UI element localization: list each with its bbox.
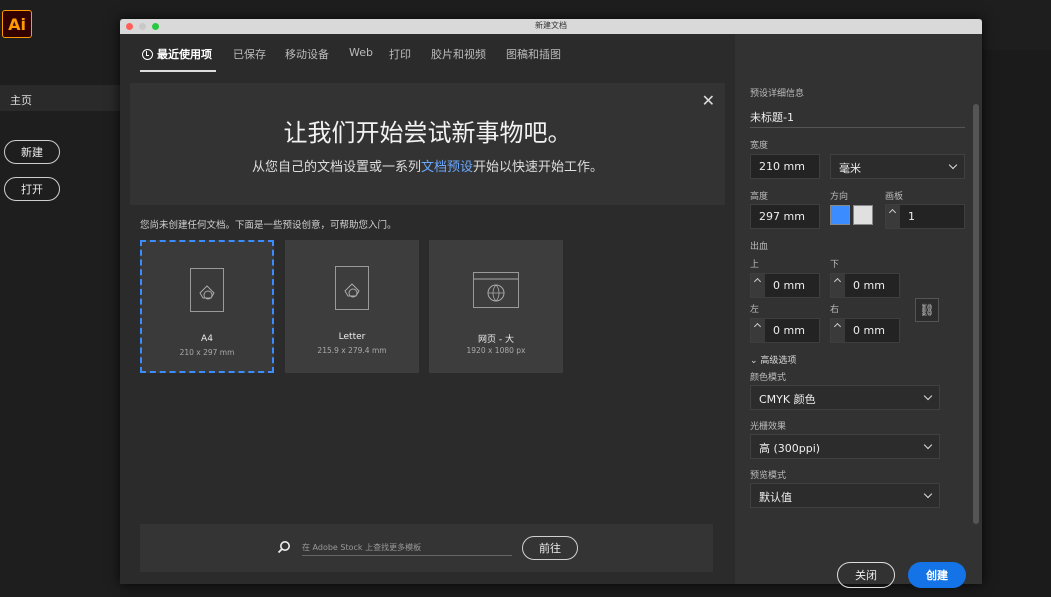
clock-icon	[142, 49, 153, 60]
preset-name: Letter	[338, 332, 366, 342]
panel-header: 预设详细信息	[750, 89, 805, 99]
tab-bar: 最近使用项 已保存 移动设备 Web 打印 胶片和视频 图稿和插图	[120, 34, 735, 74]
preset-card-letter[interactable]: Letter 215.9 x 279.4 mm	[285, 240, 419, 373]
document-name-field[interactable]: 未标题-1	[750, 104, 965, 128]
bleed-label: 出血	[750, 242, 769, 252]
new-document-dialog: 新建文档 最近使用项 已保存 移动设备 Web 打印 胶片和视频 图稿和插图 ✕…	[120, 19, 982, 588]
landscape-orientation-icon[interactable]	[853, 205, 873, 225]
bleed-top-stepper[interactable]: 0 mm	[750, 273, 820, 298]
stepper-up-icon[interactable]	[831, 319, 845, 342]
color-mode-dropdown[interactable]: CMYK 颜色	[750, 385, 940, 410]
welcome-subtitle: 从您自己的文档设置或一系列文档预设开始以快速开始工作。	[251, 160, 604, 175]
create-button[interactable]: 创建	[908, 562, 966, 588]
advanced-options-toggle[interactable]: ⌄ 高级选项	[750, 353, 796, 366]
tab-art-illustration[interactable]: 图稿和插图	[506, 46, 561, 62]
document-icon	[190, 268, 224, 312]
raster-effects-label: 光栅效果	[750, 422, 787, 432]
chevron-down-icon	[923, 391, 933, 401]
stepper-up-icon[interactable]	[886, 205, 900, 228]
height-label: 高度	[750, 192, 769, 202]
bleed-left-stepper[interactable]: 0 mm	[750, 318, 820, 343]
close-icon[interactable]: ✕	[702, 91, 715, 110]
go-button[interactable]: 前往	[522, 536, 578, 560]
preset-details-panel: 预设详细信息 未标题-1 宽度 210 mm 毫米 高度 方向 画板 297 m…	[735, 74, 982, 588]
preset-size: 215.9 x 279.4 mm	[317, 346, 387, 355]
tab-web[interactable]: Web	[349, 46, 373, 59]
preset-size: 1920 x 1080 px	[466, 346, 526, 355]
illustrator-logo: Ai	[2, 10, 32, 38]
chevron-down-icon	[923, 440, 933, 450]
preset-name: 网页 - 大	[478, 335, 514, 345]
stepper-up-icon[interactable]	[751, 274, 765, 297]
artboards-label: 画板	[885, 192, 904, 202]
chevron-down-icon	[948, 160, 958, 170]
welcome-banner: ✕ 让我们开始尝试新事物吧。 从您自己的文档设置或一系列文档预设开始以快速开始工…	[130, 83, 725, 205]
panel-scrollbar[interactable]	[973, 104, 979, 524]
hint-text: 您尚未创建任何文档。下面是一些预设创意，可帮助您入门。	[140, 220, 397, 231]
document-icon	[335, 266, 369, 310]
stock-search-bar: 在 Adobe Stock 上查找更多模板 前往	[140, 524, 713, 572]
link-icon[interactable]: ⛓	[915, 298, 939, 322]
width-field[interactable]: 210 mm	[750, 154, 820, 179]
bleed-bottom-stepper[interactable]: 0 mm	[830, 273, 900, 298]
document-presets-link[interactable]: 文档预设	[421, 160, 473, 175]
tab-saved[interactable]: 已保存	[233, 46, 266, 62]
tab-film-video[interactable]: 胶片和视频	[431, 46, 486, 62]
bleed-right-stepper[interactable]: 0 mm	[830, 318, 900, 343]
bleed-bottom-label: 下	[830, 260, 840, 270]
window-titlebar: 新建文档	[120, 19, 982, 34]
artboard-count-stepper[interactable]: 1	[885, 204, 965, 229]
sidebar-item-home[interactable]: 主页	[0, 85, 120, 111]
raster-effects-dropdown[interactable]: 高 (300ppi)	[750, 434, 940, 459]
app-leftbar	[0, 50, 120, 597]
preset-card-web-large[interactable]: 网页 - 大 1920 x 1080 px	[429, 240, 563, 373]
new-button[interactable]: 新建	[4, 140, 60, 164]
web-page-icon	[473, 272, 519, 308]
dialog-title: 新建文档	[535, 21, 567, 30]
stepper-up-icon[interactable]	[831, 274, 845, 297]
bleed-right-label: 右	[830, 305, 840, 315]
preview-mode-label: 预览模式	[750, 471, 787, 481]
open-button[interactable]: 打开	[4, 177, 60, 201]
preset-size: 210 x 297 mm	[179, 348, 235, 357]
orientation-label: 方向	[830, 192, 849, 202]
portrait-orientation-icon[interactable]	[830, 205, 850, 225]
preview-mode-dropdown[interactable]: 默认值	[750, 483, 940, 508]
main-area: ✕ 让我们开始尝试新事物吧。 从您自己的文档设置或一系列文档预设开始以快速开始工…	[120, 74, 735, 584]
preset-card-a4[interactable]: A4 210 x 297 mm	[140, 240, 274, 373]
unit-dropdown[interactable]: 毫米	[830, 154, 965, 179]
search-icon	[277, 541, 290, 554]
close-button[interactable]: 关闭	[837, 562, 895, 588]
chevron-down-icon	[923, 489, 933, 499]
width-label: 宽度	[750, 141, 769, 151]
bleed-left-label: 左	[750, 305, 760, 315]
active-tab-indicator	[140, 70, 216, 72]
stock-search-input[interactable]: 在 Adobe Stock 上查找更多模板	[302, 542, 512, 556]
tab-print[interactable]: 打印	[389, 46, 411, 62]
color-mode-label: 颜色模式	[750, 373, 787, 383]
tab-recent[interactable]: 最近使用项	[142, 46, 212, 62]
welcome-title: 让我们开始尝试新事物吧。	[283, 119, 572, 147]
bleed-top-label: 上	[750, 260, 760, 270]
preset-name: A4	[201, 334, 213, 344]
tab-mobile[interactable]: 移动设备	[285, 46, 329, 62]
stepper-up-icon[interactable]	[751, 319, 765, 342]
height-field[interactable]: 297 mm	[750, 204, 820, 229]
